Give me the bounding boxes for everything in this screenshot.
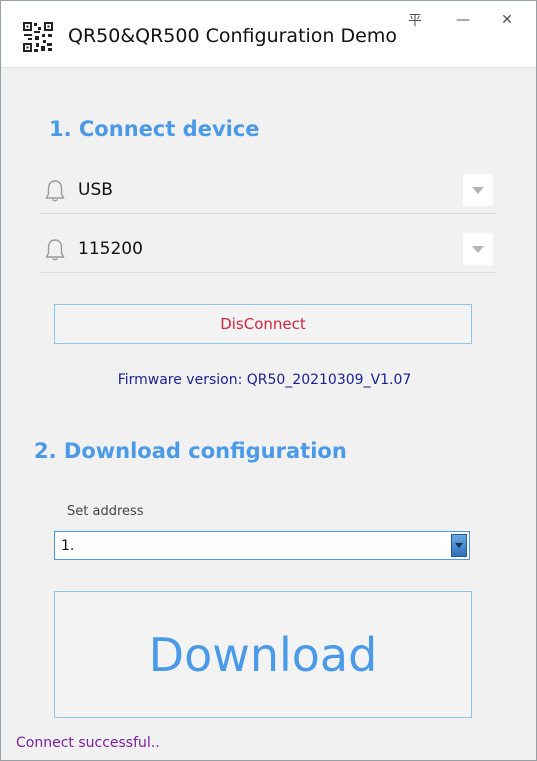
baud-combo[interactable]: 115200 bbox=[39, 227, 497, 273]
baud-dropdown-button[interactable] bbox=[463, 233, 493, 265]
close-button[interactable]: ✕ bbox=[493, 9, 521, 31]
status-message: Connect successful.. bbox=[16, 735, 160, 751]
connect-section-title: 1. Connect device bbox=[49, 117, 260, 141]
download-button[interactable]: Download bbox=[54, 591, 472, 718]
qr-code-icon bbox=[22, 21, 54, 53]
chevron-down-icon bbox=[472, 187, 484, 194]
window-title: QR50&QR500 Configuration Demo bbox=[68, 25, 397, 47]
address-select[interactable]: 1. bbox=[54, 531, 470, 560]
address-dropdown-button[interactable] bbox=[451, 534, 467, 557]
chevron-down-icon bbox=[455, 543, 463, 548]
bell-icon bbox=[45, 239, 65, 261]
baud-value: 115200 bbox=[78, 239, 143, 259]
title-bar[interactable]: QR50&QR500 Configuration Demo 平 — ✕ bbox=[1, 1, 536, 68]
address-value: 1. bbox=[61, 538, 75, 554]
port-dropdown-button[interactable] bbox=[463, 174, 493, 206]
chevron-down-icon bbox=[472, 246, 484, 253]
address-label: Set address bbox=[67, 504, 144, 519]
app-window: QR50&QR500 Configuration Demo 平 — ✕ 1. C… bbox=[0, 0, 537, 761]
minimize-button[interactable]: — bbox=[449, 9, 477, 31]
download-section-title: 2. Download configuration bbox=[34, 439, 347, 463]
pin-button[interactable]: 平 bbox=[401, 9, 429, 31]
bell-icon bbox=[45, 180, 65, 202]
disconnect-button[interactable]: DisConnect bbox=[54, 304, 472, 344]
port-value: USB bbox=[78, 180, 113, 200]
firmware-version: Firmware version: QR50_20210309_V1.07 bbox=[117, 372, 412, 388]
port-combo[interactable]: USB bbox=[39, 168, 497, 214]
